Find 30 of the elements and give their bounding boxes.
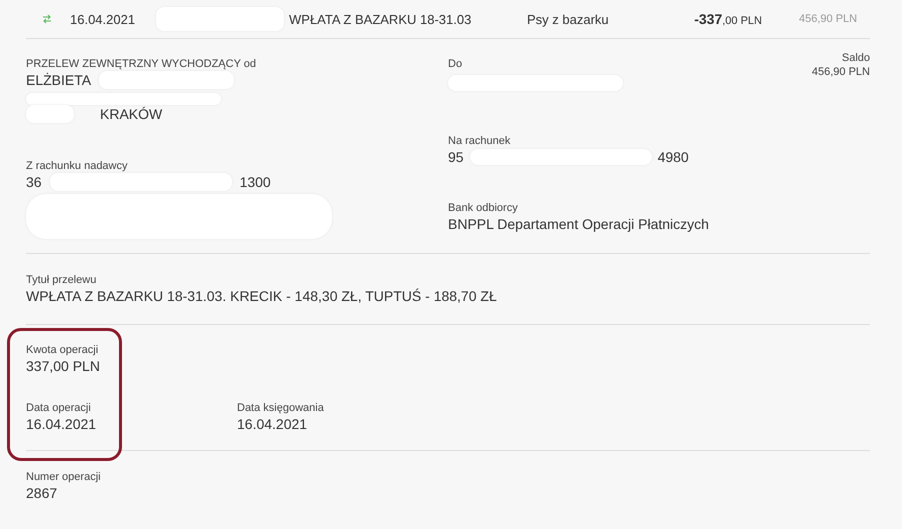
field-value: BNPPL Departament Operacji Płatniczych (448, 215, 709, 233)
field-label: Numer operacji (26, 470, 102, 484)
field-value: 16.04.2021 (26, 415, 98, 433)
field-value: 456,90 PLN (812, 65, 870, 79)
transaction-title: WPŁATA Z BAZARKU 18-31.03 (289, 12, 472, 26)
field-label: Kwota operacji (26, 343, 100, 357)
transaction-amount: -337,00 PLN (693, 11, 762, 27)
field-label: Do (448, 57, 462, 71)
field-value: WPŁATA Z BAZARKU 18-31.03. KRECIK - 148,30 ZŁ, TUPTUŚ - 188,70 ZŁ (26, 287, 498, 305)
field-value: 16.04.2021 (237, 415, 308, 433)
field-value: 2867 (26, 484, 58, 502)
field-label: Bank odbiorcy (448, 201, 518, 215)
transfer-icon (42, 14, 52, 24)
field-label: Tytuł przelewu (26, 273, 98, 287)
transaction-category: Psy z bazarku (527, 12, 610, 26)
field-label: Na rachunek (448, 134, 510, 148)
field-label: PRZELEW ZEWNĘTRZNY WYCHODZĄCY od (26, 57, 256, 71)
field-value: 1300 (240, 173, 271, 191)
transaction-balance: 456,90 PLN (799, 13, 858, 25)
field-value: 4980 (658, 148, 689, 166)
field-value: 337,00 PLN (26, 357, 101, 375)
field-value: KRAKÓW (100, 105, 162, 123)
field-label: Data księgowania (237, 401, 325, 415)
field-label: Data operacji (26, 401, 92, 415)
field-value: 95 (448, 148, 464, 166)
transaction-date: 16.04.2021 (70, 12, 136, 26)
field-value: ELŻBIETA (26, 71, 92, 89)
field-label: Saldo (842, 51, 870, 65)
field-label: Z rachunku nadawcy (26, 159, 128, 173)
field-value: 36 (26, 173, 42, 191)
